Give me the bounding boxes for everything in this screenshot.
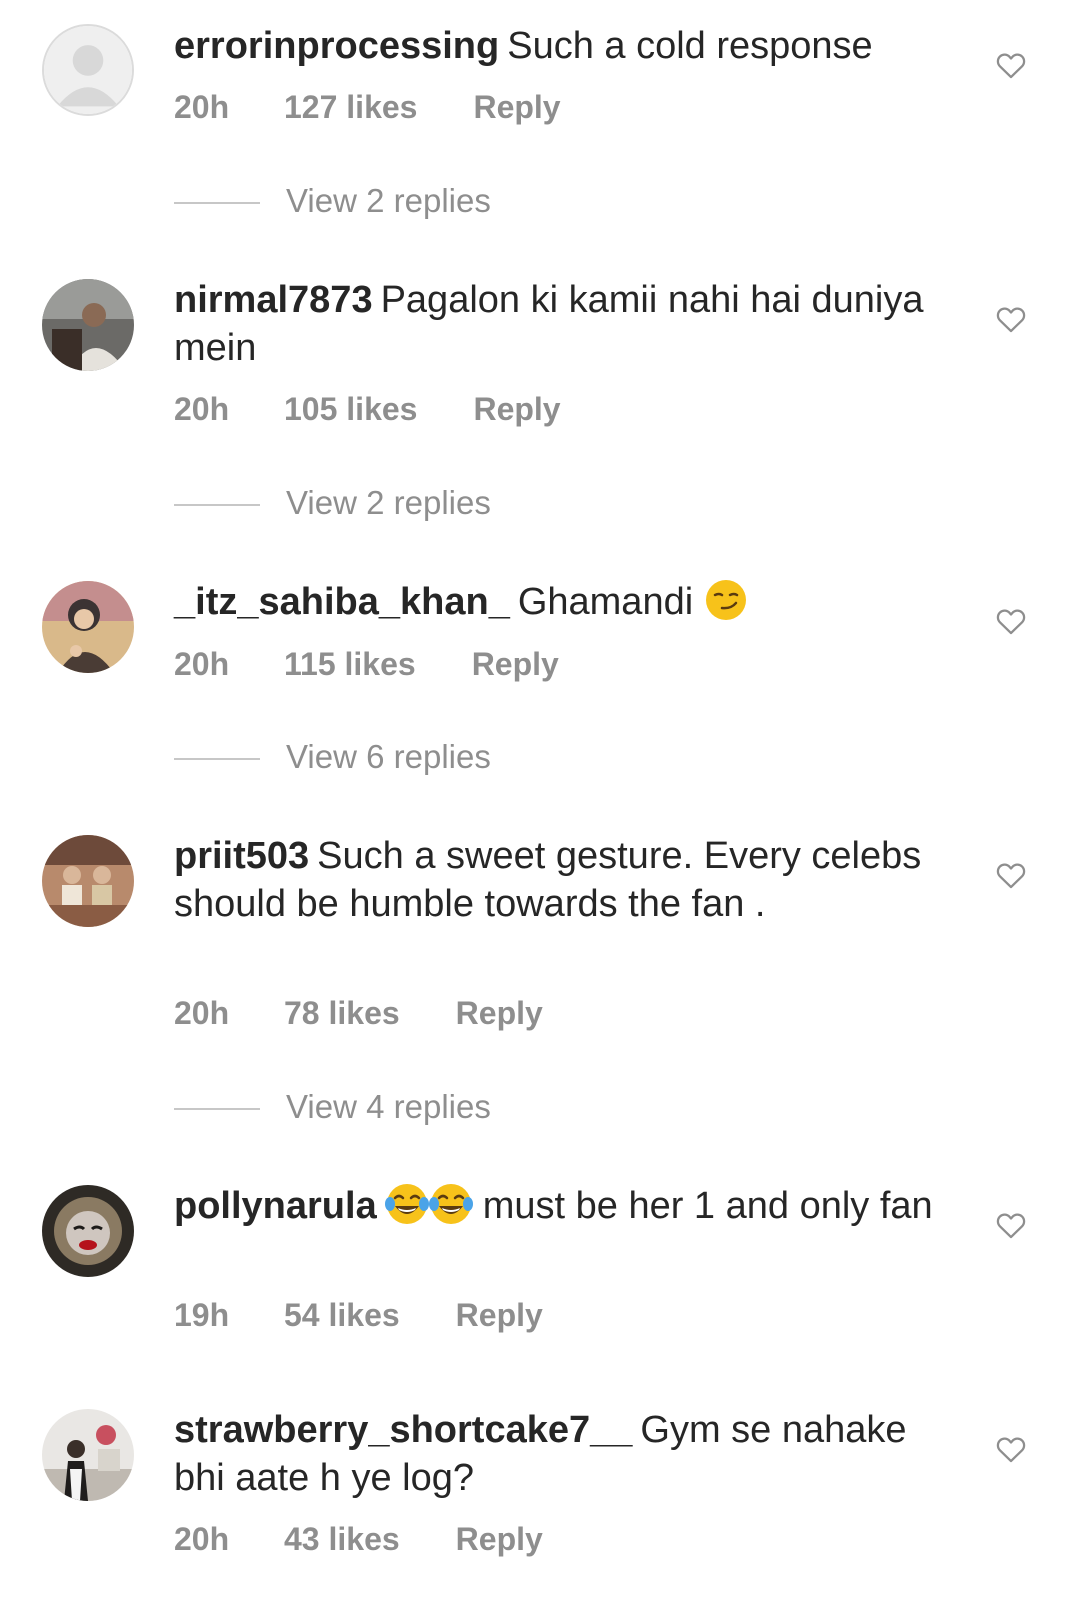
reply-button[interactable]: Reply (456, 993, 543, 1033)
divider (174, 758, 260, 761)
view-replies-label: View 2 replies (286, 484, 491, 521)
view-replies-button[interactable]: View 4 replies (174, 1087, 491, 1127)
avatar[interactable] (42, 1185, 134, 1277)
heart-icon[interactable] (994, 48, 1028, 82)
avatar[interactable] (42, 835, 134, 927)
reply-button[interactable]: Reply (472, 644, 559, 684)
heart-icon[interactable] (994, 302, 1028, 336)
divider (174, 202, 260, 205)
user-photo (42, 279, 134, 371)
view-replies-label: View 6 replies (286, 738, 491, 775)
view-replies-button[interactable]: View 2 replies (174, 181, 491, 221)
likes-count[interactable]: 43 likes (284, 1519, 400, 1559)
comment-body: must be her 1 and only fan (482, 1185, 933, 1227)
comment-meta: 20h 78 likes Reply (174, 993, 543, 1033)
timestamp: 20h (174, 1521, 230, 1557)
comment-meta: 20h 105 likes Reply (174, 389, 561, 429)
tears-of-joy-emoji-icon (428, 1182, 473, 1226)
likes-count[interactable]: 54 likes (284, 1295, 400, 1335)
comment-meta: 19h 54 likes Reply (174, 1295, 543, 1335)
timestamp: 20h (174, 646, 230, 682)
comment-body: Such a cold response (507, 25, 873, 67)
heart-icon[interactable] (994, 604, 1028, 638)
comment-meta: 20h 115 likes Reply (174, 644, 559, 684)
heart-icon[interactable] (994, 1208, 1028, 1242)
likes-count[interactable]: 78 likes (284, 993, 400, 1033)
comment-text: strawberry_shortcake7__ Gym se nahake bhi… (174, 1406, 954, 1502)
view-replies-button[interactable]: View 2 replies (174, 483, 491, 523)
username[interactable]: nirmal7873 (174, 279, 373, 321)
user-photo (42, 1409, 134, 1501)
comment-text: _itz_sahiba_khan_ Ghamandi (174, 578, 954, 626)
comment-text: nirmal7873 Pagalon ki kamii nahi hai duni… (174, 276, 954, 372)
divider (174, 504, 260, 507)
comment-text: errorinprocessing Such a cold response (174, 22, 954, 70)
reply-button[interactable]: Reply (473, 389, 560, 429)
username[interactable]: errorinprocessing (174, 25, 499, 67)
avatar[interactable] (42, 581, 134, 673)
likes-count[interactable]: 127 likes (284, 87, 417, 127)
heart-icon[interactable] (994, 858, 1028, 892)
user-photo (42, 835, 134, 927)
comment-meta: 20h 127 likes Reply (174, 87, 561, 127)
view-replies-button[interactable]: View 6 replies (174, 737, 491, 777)
avatar[interactable] (42, 24, 134, 116)
timestamp: 19h (174, 1297, 230, 1333)
likes-count[interactable]: 115 likes (284, 644, 416, 684)
reply-button[interactable]: Reply (456, 1519, 543, 1559)
username[interactable]: _itz_sahiba_khan_ (174, 581, 510, 623)
view-replies-label: View 4 replies (286, 1088, 491, 1125)
smirk-emoji-icon (704, 578, 748, 622)
user-photo (42, 581, 134, 673)
user-photo (42, 1185, 134, 1277)
avatar[interactable] (42, 279, 134, 371)
heart-icon[interactable] (994, 1432, 1028, 1466)
username[interactable]: pollynarula (174, 1185, 377, 1227)
avatar[interactable] (42, 1409, 134, 1501)
divider (174, 1108, 260, 1111)
comment-meta: 20h 43 likes Reply (174, 1519, 543, 1559)
timestamp: 20h (174, 995, 230, 1031)
timestamp: 20h (174, 391, 230, 427)
timestamp: 20h (174, 89, 230, 125)
comment-text: pollynarula must be her 1 and only fan (174, 1182, 954, 1230)
likes-count[interactable]: 105 likes (284, 389, 417, 429)
view-replies-label: View 2 replies (286, 182, 491, 219)
username[interactable]: priit503 (174, 835, 309, 877)
comment-body: Ghamandi (517, 581, 694, 623)
reply-button[interactable]: Reply (473, 87, 560, 127)
comment-text: priit503 Such a sweet gesture. Every cele… (174, 832, 954, 928)
reply-button[interactable]: Reply (456, 1295, 543, 1335)
username[interactable]: strawberry_shortcake7__ (174, 1409, 632, 1451)
tears-of-joy-emoji-icon (384, 1182, 429, 1226)
default-avatar-icon (44, 26, 132, 114)
